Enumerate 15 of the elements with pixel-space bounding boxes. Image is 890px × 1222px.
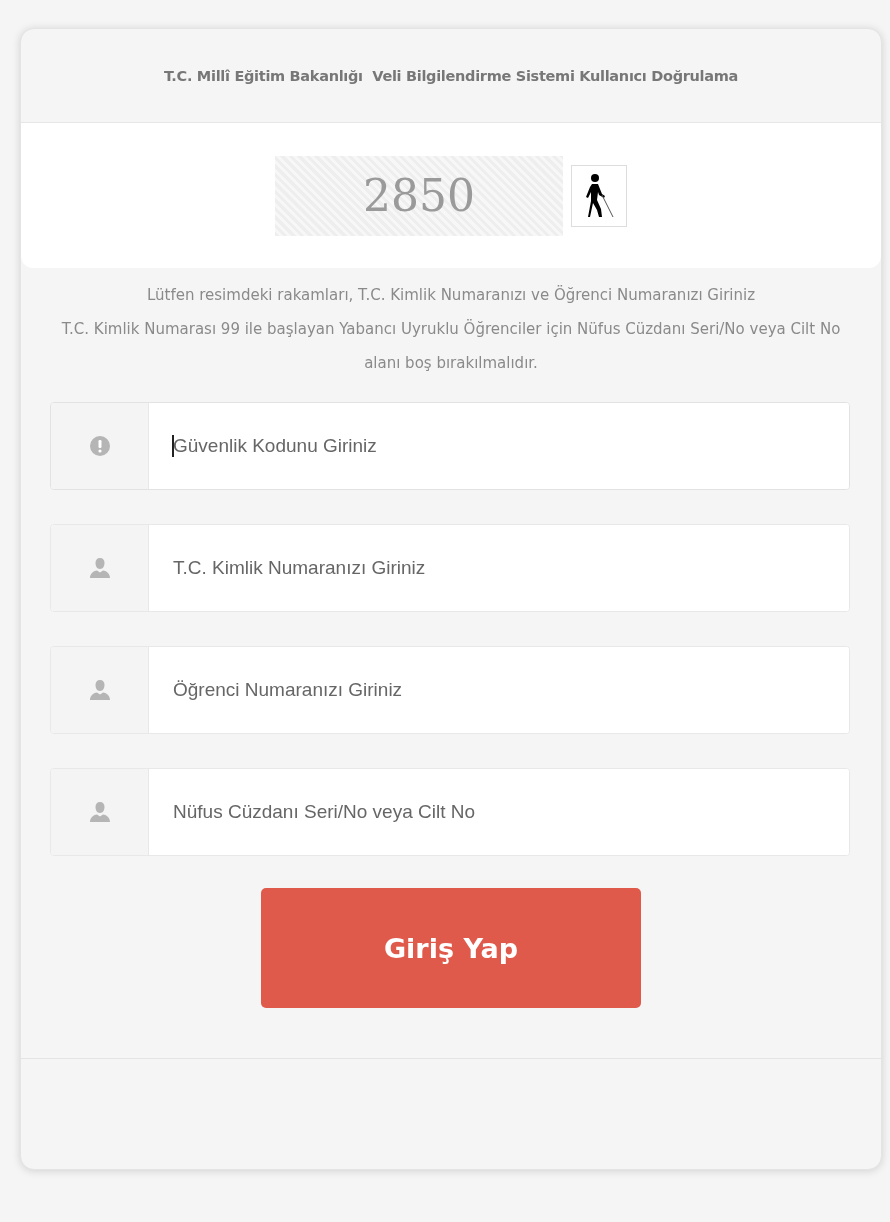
exclamation-icon	[89, 436, 110, 456]
user-icon	[88, 557, 111, 579]
user-icon	[88, 679, 111, 701]
form-title: T.C. Millî Eğitim Bakanlığı Veli Bilgilendirme Sistemi Kullanıcı Doğrulama	[163, 67, 739, 84]
blind-person-icon	[584, 172, 614, 219]
input-field[interactable]: Öğrenci Numaranızı Giriniz	[50, 646, 850, 734]
captcha-image: 2850	[275, 155, 563, 236]
login-button[interactable]: Giriş Yap	[261, 888, 641, 1008]
input-field[interactable]: T.C. Kimlik Numaranızı Giriniz	[50, 524, 850, 612]
user-icon	[88, 801, 111, 823]
instruction-text: T.C. Kimlik Numarası 99 ile başlayan Yabancı Uyruklu Öğrenciler için Nüfus Cüzdanı Seri/No veya Cilt No alanı boş bırakılmalıdır.	[61, 318, 841, 374]
input-field[interactable]: Güvenlik Kodunu Giriniz	[50, 402, 850, 490]
input-field[interactable]: Nüfus Cüzdanı Seri/No veya Cilt No	[50, 768, 850, 856]
instruction-text: Lütfen resimdeki rakamları, T.C. Kimlik Numaranızı ve Öğrenci Numaranızı Giriniz	[145, 284, 757, 306]
audio-captcha-button[interactable]	[571, 164, 627, 227]
